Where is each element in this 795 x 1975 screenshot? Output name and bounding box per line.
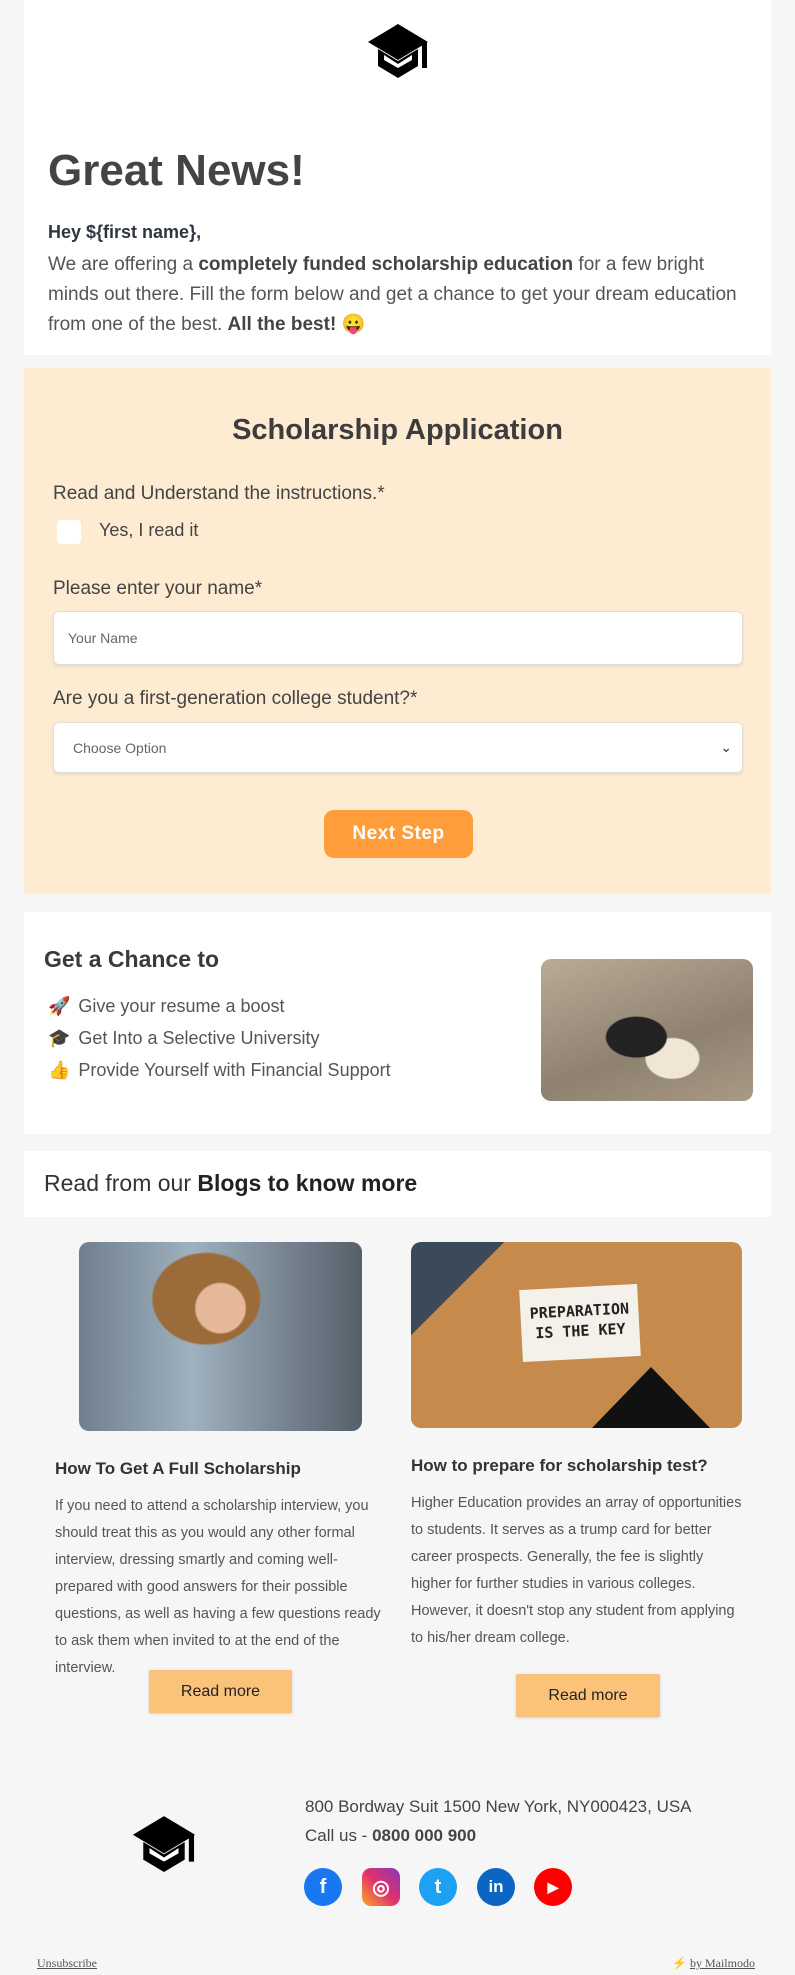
read-checkbox[interactable] [57, 520, 81, 544]
blog-body: If you need to attend a scholarship inte… [55, 1498, 381, 1676]
blogs-heading: Read from our Blogs to know more [44, 1170, 418, 1196]
powered-by-link[interactable]: ⚡ by Mailmodo [672, 1956, 755, 1971]
phone-number[interactable]: 0800 000 900 [372, 1826, 476, 1845]
name-input[interactable]: Your Name [53, 611, 743, 665]
select-value: Choose Option [73, 739, 167, 756]
next-step-button[interactable]: Next Step [324, 810, 473, 858]
list-item: 👍 Provide Yourself with Financial Support [48, 1060, 391, 1081]
page-title: Great News! [48, 146, 305, 195]
phone-line: Call us - 0800 000 900 [305, 1826, 477, 1845]
chance-heading: Get a Chance to [44, 946, 220, 972]
instagram-icon[interactable]: ◎ [362, 1868, 400, 1906]
graduation-cap-icon: 🎓 [48, 1028, 71, 1048]
checkbox-label[interactable]: Yes, I read it [99, 520, 198, 541]
unsubscribe-link[interactable]: Unsubscribe [37, 1956, 97, 1971]
twitter-icon[interactable]: t [419, 1868, 457, 1906]
read-more-button[interactable]: Read more [149, 1670, 292, 1713]
blog-image-preparation: PREPARATION IS THE KEY [411, 1242, 742, 1428]
decor-shape [591, 1367, 711, 1428]
intro-text: We are offering a completely funded scho… [48, 254, 737, 335]
form-title: Scholarship Application [232, 414, 563, 446]
first-gen-select[interactable]: Choose Option ⌄ [53, 722, 743, 773]
item-label: Provide Yourself with Financial Support [78, 1060, 391, 1080]
list-item: 🚀 Give your resume a boost [48, 996, 285, 1017]
name-placeholder: Your Name [68, 630, 138, 646]
rocket-icon: 🚀 [48, 996, 71, 1016]
greeting: Hey ${first name}, [48, 222, 202, 242]
blog-body: Higher Education provides an array of op… [411, 1495, 742, 1646]
facebook-icon[interactable]: f [304, 1868, 342, 1906]
item-label: Give your resume a boost [78, 996, 285, 1016]
list-item: 🎓 Get Into a Selective University [48, 1028, 320, 1049]
graduation-cap-logo [368, 24, 428, 78]
graduation-cap-image [541, 959, 753, 1101]
chevron-down-icon: ⌄ [720, 739, 732, 755]
linkedin-icon[interactable]: in [477, 1868, 515, 1906]
preparation-note: PREPARATION IS THE KEY [519, 1283, 641, 1363]
name-label: Please enter your name* [53, 578, 263, 599]
graduation-cap-logo [132, 1816, 196, 1872]
youtube-icon[interactable]: ▶ [534, 1868, 572, 1906]
address: 800 Bordway Suit 1500 New York, NY000423… [305, 1797, 692, 1816]
item-label: Get Into a Selective University [78, 1028, 320, 1048]
emoji-icon: 😛 [341, 314, 366, 335]
instructions-label: Read and Understand the instructions.* [53, 483, 385, 504]
first-gen-label: Are you a first-generation college stude… [53, 688, 418, 709]
read-more-button[interactable]: Read more [516, 1674, 660, 1717]
thumbs-up-icon: 👍 [48, 1060, 71, 1080]
blog-title[interactable]: How to prepare for scholarship test? [411, 1456, 708, 1476]
blog-image-student [79, 1242, 362, 1431]
blog-title[interactable]: How To Get A Full Scholarship [55, 1459, 301, 1479]
lightning-icon: ⚡ [672, 1956, 687, 1970]
